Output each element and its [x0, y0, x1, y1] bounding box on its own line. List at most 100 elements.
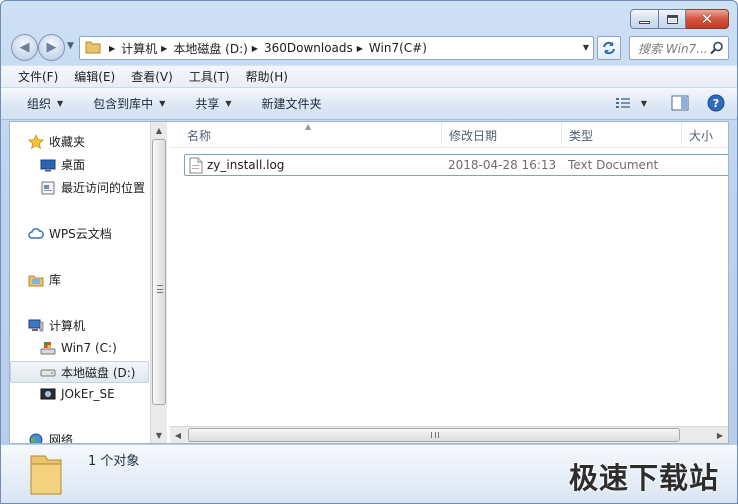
breadcrumb: ▶ 计算机 ▶ 本地磁盘 (D:) ▶ 360Downloads ▶ Win7(… — [105, 40, 427, 57]
view-options-dropdown[interactable]: ▼ — [641, 99, 647, 108]
filelist-horizontal-scrollbar[interactable]: ◀ ▶ — [170, 426, 728, 443]
sidebar-label: 计算机 — [49, 319, 86, 333]
sidebar-item-drive-c[interactable]: Win7 (C:) — [40, 340, 117, 356]
preview-pane-button[interactable] — [671, 95, 689, 111]
scroll-right-arrow-icon[interactable]: ▶ — [712, 427, 728, 443]
cloud-icon — [28, 226, 44, 242]
breadcrumb-separator-icon[interactable]: ▶ — [109, 44, 115, 53]
explorer-window: ✕ ◀ ▶ ▼ ▶ 计算机 ▶ 本地磁盘 (D:) ▶ 360Downloads… — [0, 0, 738, 504]
text-file-icon — [189, 157, 203, 177]
column-header-row: ▲ 名称 修改日期 类型 大小 — [170, 122, 728, 148]
library-icon — [28, 272, 44, 288]
organize-label: 组织 — [27, 97, 52, 111]
address-dropdown-icon[interactable]: ▼ — [583, 43, 589, 52]
search-icon[interactable] — [710, 41, 724, 55]
details-view-icon — [615, 98, 630, 108]
recent-pages-dropdown[interactable]: ▼ — [67, 41, 74, 51]
breadcrumb-separator-icon[interactable]: ▶ — [252, 44, 258, 53]
breadcrumb-drive-d[interactable]: 本地磁盘 (D:) — [173, 40, 247, 57]
organize-button[interactable]: 组织 ▼ — [27, 95, 63, 112]
maximize-button[interactable] — [659, 9, 686, 29]
column-header-type[interactable]: 类型 — [562, 122, 682, 148]
sidebar-label: 网络 — [49, 433, 74, 443]
scroll-left-arrow-icon[interactable]: ◀ — [170, 427, 186, 443]
share-button[interactable]: 共享 ▼ — [195, 95, 231, 112]
computer-icon — [28, 318, 44, 334]
back-button[interactable]: ◀ — [11, 34, 38, 61]
minimize-button[interactable] — [630, 9, 659, 29]
hard-drive-icon — [40, 364, 56, 380]
network-icon — [28, 432, 44, 443]
navpane-vertical-scrollbar[interactable]: ▲ ▼ — [150, 122, 167, 443]
sidebar-item-desktop[interactable]: 桌面 — [40, 156, 85, 173]
view-controls: ▼ ? — [615, 94, 725, 112]
sidebar-item-joker-se[interactable]: JOkEr_SE — [40, 386, 115, 402]
chevron-down-icon: ▼ — [225, 99, 232, 108]
new-folder-button[interactable]: 新建文件夹 — [262, 95, 322, 112]
breadcrumb-separator-icon[interactable]: ▶ — [161, 44, 167, 53]
recent-places-icon — [40, 180, 56, 196]
folder-icon — [85, 40, 101, 57]
sidebar-label: 库 — [49, 273, 62, 287]
menu-tools[interactable]: 工具(T) — [181, 68, 238, 85]
grip-icon — [431, 432, 439, 438]
breadcrumb-360downloads[interactable]: 360Downloads — [264, 41, 353, 55]
item-count: 1 个对象 — [88, 454, 140, 469]
breadcrumb-win7[interactable]: Win7(C#) — [369, 41, 427, 55]
breadcrumb-separator-icon[interactable]: ▶ — [357, 44, 363, 53]
chevron-down-icon: ▼ — [159, 99, 166, 108]
sidebar-item-computer[interactable]: 计算机 — [28, 317, 85, 334]
sidebar-item-recent-places[interactable]: 最近访问的位置 — [40, 179, 145, 196]
address-bar[interactable]: ▶ 计算机 ▶ 本地磁盘 (D:) ▶ 360Downloads ▶ Win7(… — [79, 36, 594, 60]
file-type: Text Document — [568, 158, 659, 172]
scroll-down-arrow-icon[interactable]: ▼ — [151, 427, 167, 443]
breadcrumb-computer[interactable]: 计算机 — [121, 40, 157, 57]
refresh-button[interactable] — [597, 36, 621, 60]
refresh-icon — [603, 41, 615, 55]
forward-button[interactable]: ▶ — [38, 34, 65, 61]
file-row[interactable]: zy_install.log 2018-04-28 16:13 Text Doc… — [184, 154, 728, 176]
menu-view[interactable]: 查看(V) — [123, 68, 181, 85]
help-button[interactable]: ? — [707, 94, 725, 112]
details-pane: 1 个对象 极速下载站 — [1, 445, 737, 503]
star-icon — [28, 133, 44, 150]
change-view-button[interactable] — [615, 96, 631, 110]
search-box[interactable]: 搜索 Win7... — [629, 36, 729, 60]
sidebar-item-drive-d[interactable]: 本地磁盘 (D:) — [10, 361, 149, 383]
sidebar-item-favorites[interactable]: 收藏夹 — [28, 133, 85, 150]
sidebar-item-wps-cloud[interactable]: WPS云文档 — [28, 225, 112, 242]
column-header-size[interactable]: 大小 — [682, 122, 728, 148]
forward-arrow-icon: ▶ — [46, 40, 57, 55]
help-icon: ? — [707, 94, 725, 112]
close-button[interactable]: ✕ — [686, 9, 729, 29]
menu-file[interactable]: 文件(F) — [1, 68, 66, 85]
sidebar-label: Win7 (C:) — [61, 341, 117, 355]
scroll-up-arrow-icon[interactable]: ▲ — [151, 122, 167, 138]
sidebar-label: 本地磁盘 (D:) — [61, 365, 136, 380]
file-list-pane: ▲ 名称 修改日期 类型 大小 zy_install.log 2018-04-2… — [170, 122, 728, 443]
file-name: zy_install.log — [207, 158, 285, 172]
sidebar-label: 收藏夹 — [49, 135, 86, 149]
include-in-library-button[interactable]: 包含到库中 ▼ — [93, 95, 165, 112]
navigation-pane: 收藏夹 桌面 最近访问的位置 WPS云文档 库 计算机 Win7 (C:) 本地… — [10, 122, 168, 443]
sidebar-label: 最近访问的位置 — [61, 181, 146, 195]
menu-help[interactable]: 帮助(H) — [238, 68, 296, 85]
watermark-logo: 极速下载站 — [568, 461, 719, 495]
scrollbar-thumb[interactable] — [188, 428, 680, 442]
command-bar: 组织 ▼ 包含到库中 ▼ 共享 ▼ 新建文件夹 ▼ ? — [1, 88, 737, 120]
optical-drive-icon — [40, 386, 56, 402]
back-arrow-icon: ◀ — [19, 40, 30, 55]
sidebar-item-network[interactable]: 网络 — [28, 431, 73, 443]
column-header-name[interactable]: 名称 — [180, 122, 442, 148]
sidebar-label: 桌面 — [61, 158, 86, 172]
column-header-date-modified[interactable]: 修改日期 — [442, 122, 562, 148]
scrollbar-thumb[interactable] — [152, 139, 166, 405]
navigation-bar: ◀ ▶ ▼ ▶ 计算机 ▶ 本地磁盘 (D:) ▶ 360Downloads ▶… — [1, 33, 737, 61]
content-area: 收藏夹 桌面 最近访问的位置 WPS云文档 库 计算机 Win7 (C:) 本地… — [9, 121, 729, 444]
menu-edit[interactable]: 编辑(E) — [66, 68, 123, 85]
maximize-icon — [666, 14, 678, 24]
sidebar-label: WPS云文档 — [49, 227, 112, 241]
sidebar-item-library[interactable]: 库 — [28, 271, 61, 288]
large-folder-icon — [29, 450, 63, 499]
search-input[interactable]: 搜索 Win7... — [638, 40, 710, 57]
